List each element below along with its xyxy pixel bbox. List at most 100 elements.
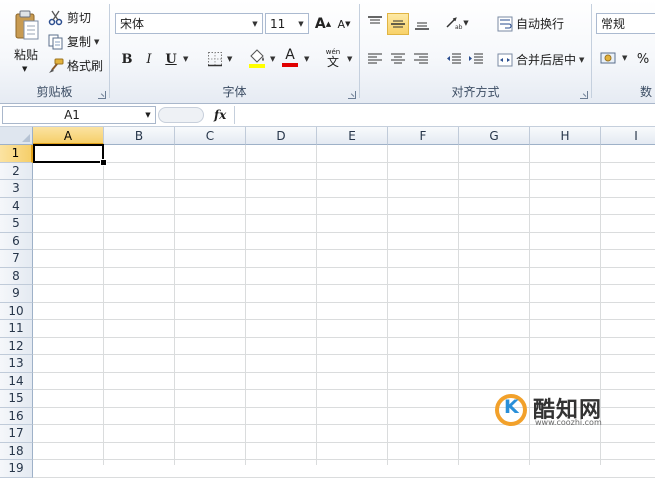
gridline [33,476,655,478]
cut-button[interactable]: 剪切 [48,9,91,26]
chevron-down-icon[interactable]: ▼ [347,55,352,63]
row-header[interactable]: 14 [0,372,33,390]
merge-center-button[interactable]: 合并后居中 ▼ [497,51,584,68]
accounting-format-button[interactable]: ▼ [600,50,627,66]
dialog-launcher-icon[interactable] [348,91,356,99]
orientation-button[interactable]: ab ▼ [444,13,470,33]
chevron-down-icon[interactable]: ▼ [141,111,155,119]
dialog-launcher-icon[interactable] [98,91,106,99]
align-right-icon [414,53,428,64]
row-header[interactable]: 8 [0,267,33,285]
font-name-combo[interactable]: 宋体 ▼ [115,13,263,34]
fill-handle[interactable] [100,158,107,166]
column-header[interactable]: D [246,127,317,145]
column-header[interactable]: G [459,127,530,145]
row-header[interactable]: 10 [0,302,33,320]
scissors-icon [48,10,63,25]
underline-icon: U [165,51,177,67]
text-orientation-icon: ab [446,17,463,31]
borders-button[interactable] [205,49,225,69]
row-header[interactable]: 11 [0,320,33,338]
column-header[interactable]: C [175,127,246,145]
formula-controls: fx [158,106,234,124]
number-format-combo[interactable]: 常规 [596,13,655,34]
fill-color-button[interactable] [247,48,267,68]
font-size-combo[interactable]: 11 ▼ [265,13,309,34]
gridline [33,249,655,250]
row-header[interactable]: 2 [0,162,33,180]
italic-icon: I [146,51,152,67]
percent-button[interactable]: % [633,49,653,69]
formula-input[interactable] [234,106,655,124]
wrap-text-button[interactable]: 自动换行 [497,15,564,32]
underline-button[interactable]: U [161,49,181,69]
chevron-down-icon[interactable]: ▼ [227,55,232,63]
font-color-icon: A [285,46,295,63]
coozhi-logo-icon [495,394,527,426]
chevron-down-icon[interactable]: ▼ [183,55,188,63]
italic-button[interactable]: I [139,49,159,69]
row-header[interactable]: 9 [0,285,33,303]
decrease-indent-button[interactable] [444,49,464,69]
column-header[interactable]: A [33,127,104,145]
align-bottom-button[interactable] [412,13,432,33]
chevron-down-icon[interactable]: ▼ [94,38,99,46]
gridline [33,231,655,233]
column-header[interactable]: B [104,127,175,145]
align-left-icon [368,53,382,64]
row-header[interactable]: 13 [0,355,33,373]
row-header[interactable]: 18 [0,442,33,460]
align-left-button[interactable] [365,49,385,69]
row-header[interactable]: 7 [0,250,33,268]
active-cell[interactable] [33,144,104,163]
shrink-font-button[interactable]: A ▼ [334,14,354,34]
row-header[interactable]: 3 [0,180,33,198]
gridline [174,145,175,465]
align-middle-button[interactable] [387,13,409,35]
format-painter-button[interactable]: 格式刷 [48,57,103,74]
row-header[interactable]: 16 [0,407,33,425]
cut-label: 剪切 [67,11,92,25]
column-header[interactable]: E [317,127,388,145]
name-box-value: A1 [64,108,80,122]
clipboard-group: 粘贴 ▼ 剪切 复制 ▼ 格式刷 剪贴板 [0,0,109,103]
chevron-down-icon[interactable]: ▼ [270,55,275,63]
copy-button[interactable]: 复制 ▼ [48,33,99,50]
align-right-button[interactable] [411,49,431,69]
formula-bar-splitter[interactable] [158,107,204,123]
chevron-down-icon[interactable]: ▼ [248,20,262,28]
bold-button[interactable]: B [117,49,137,69]
paste-button[interactable]: 粘贴 ▼ [4,4,40,74]
row-header[interactable]: 6 [0,232,33,250]
row-header[interactable]: 5 [0,215,33,233]
column-header[interactable]: F [388,127,459,145]
row-header[interactable]: 15 [0,390,33,408]
row-header[interactable]: 12 [0,337,33,355]
gridline [103,145,104,465]
row-header[interactable]: 19 [0,460,33,478]
select-all-button[interactable] [0,127,33,145]
merge-center-label: 合并后居中 [516,53,577,67]
borders-icon [208,52,222,67]
column-header[interactable]: H [530,127,601,145]
font-color-button[interactable]: A [280,47,300,67]
insert-function-icon[interactable]: fx [214,108,226,122]
row-header[interactable]: 4 [0,197,33,215]
number-group-label: 数 [640,85,653,99]
row-header[interactable]: 1 [0,145,33,163]
chevron-down-icon[interactable]: ▼ [304,55,309,63]
align-top-button[interactable] [365,13,385,33]
font-name-value: 宋体 [120,17,145,31]
align-center-button[interactable] [388,49,408,69]
name-box[interactable]: A1 ▼ [2,106,156,124]
row-header[interactable]: 17 [0,425,33,443]
dialog-launcher-icon[interactable] [580,91,588,99]
copy-icon [48,34,63,49]
gridline [33,354,655,355]
chevron-down-icon[interactable]: ▼ [579,56,584,64]
grow-font-button[interactable]: A ▲ [313,14,333,34]
chevron-down-icon[interactable]: ▼ [294,20,308,28]
column-header[interactable]: I [601,127,655,145]
increase-indent-button[interactable] [466,49,486,69]
phonetic-guide-button[interactable]: wén 文 [322,48,344,68]
